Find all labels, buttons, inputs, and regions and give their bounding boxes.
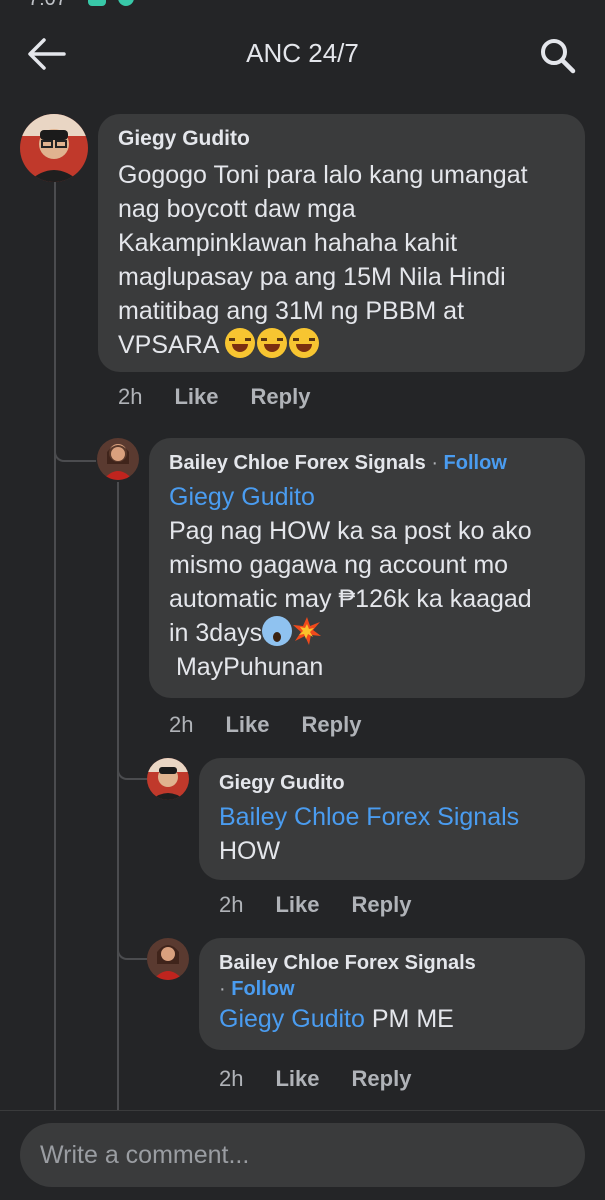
- follow-button[interactable]: Follow: [231, 978, 294, 1000]
- comment-actions-3: 2h Like Reply: [219, 892, 411, 918]
- comment-line: HOW: [219, 837, 281, 865]
- thread-line-main: [54, 182, 56, 1110]
- comment-line: automatic may ₱126k ka kaagad: [169, 585, 532, 613]
- thread-branch-1: [54, 420, 96, 462]
- comment-actions-4: 2h Like Reply: [219, 1066, 411, 1092]
- avatar-giegy[interactable]: [20, 114, 88, 182]
- separator-dot: ·: [219, 978, 226, 1000]
- comment-author-line: Bailey Chloe Forex Signals · Follow: [169, 450, 565, 476]
- thread-line-reply: [117, 482, 119, 1110]
- comment-bubble-1: Giegy Gudito Gogogo Toni para lalo kang …: [98, 114, 585, 372]
- mention-link[interactable]: Bailey Chloe Forex Signals: [219, 800, 565, 834]
- reply-button[interactable]: Reply: [302, 712, 362, 738]
- comment-line-last: VPSARA: [118, 328, 565, 362]
- like-button[interactable]: Like: [275, 1066, 319, 1092]
- status-time: 7:07: [28, 0, 67, 10]
- comment-composer: [0, 1110, 605, 1200]
- search-icon[interactable]: [538, 36, 578, 76]
- reply-button[interactable]: Reply: [352, 892, 412, 918]
- avatar-bailey[interactable]: [147, 938, 189, 980]
- comment-line: Pag nag HOW ka sa post ko ako: [169, 517, 532, 545]
- thread-branch-3: [117, 920, 147, 960]
- avatar-giegy[interactable]: [147, 758, 189, 800]
- comment-author[interactable]: Giegy Gudito: [219, 770, 565, 796]
- comment-line: Kakampinklawan hahaha kahit: [118, 229, 458, 257]
- notification-icon: [88, 0, 106, 6]
- reply-button[interactable]: Reply: [352, 1066, 412, 1092]
- comment-actions-2: 2h Like Reply: [169, 712, 361, 738]
- status-bar: 7:07: [0, 0, 605, 10]
- thread-branch-2: [117, 740, 147, 780]
- comment-line: VPSARA: [118, 331, 219, 359]
- comment-actions-1: 2h Like Reply: [118, 384, 310, 410]
- comment-line: Gogogo Toni para lalo kang umangat: [118, 161, 528, 189]
- follow-line: · Follow: [219, 976, 565, 1002]
- comment-line: mismo gagawa ng account mo: [169, 551, 509, 579]
- comment-text: Gogogo Toni para lalo kang umangat nag b…: [118, 158, 565, 362]
- header: ANC 24/7: [0, 14, 605, 94]
- follow-button[interactable]: Follow: [444, 452, 507, 474]
- laughing-tears-emoji-icon: [289, 328, 320, 358]
- reply-button[interactable]: Reply: [251, 384, 311, 410]
- laughing-tears-emoji-icon: [257, 328, 288, 358]
- like-button[interactable]: Like: [275, 892, 319, 918]
- comment-text: Bailey Chloe Forex Signals HOW: [219, 800, 565, 868]
- comment-time: 2h: [219, 892, 244, 917]
- comment-line: nag boycott daw mga: [118, 195, 356, 223]
- notification-icon-2: [118, 0, 134, 6]
- explosion-emoji-icon: [292, 616, 322, 646]
- comment-line: PM ME: [364, 1005, 454, 1033]
- comment-author[interactable]: Giegy Gudito: [118, 126, 565, 152]
- comment-time: 2h: [169, 712, 194, 737]
- like-button[interactable]: Like: [174, 384, 218, 410]
- comment-line: in 3days: [169, 619, 263, 647]
- comment-text: Giegy Gudito Pag nag HOW ka sa post ko a…: [169, 480, 565, 684]
- comment-bubble-4: Bailey Chloe Forex Signals · Follow Gieg…: [199, 938, 585, 1050]
- comment-line-emoji: in 3days: [169, 616, 565, 650]
- comment-author[interactable]: Bailey Chloe Forex Signals: [219, 950, 565, 976]
- screaming-emoji-icon: [262, 616, 293, 646]
- comment-line: maglupasay pa ang 15M Nila Hindi: [118, 263, 506, 291]
- avatar-bailey[interactable]: [97, 438, 139, 480]
- separator-dot: ·: [431, 452, 438, 474]
- signal-icon: [485, 0, 575, 4]
- comment-input[interactable]: [20, 1123, 585, 1187]
- comment-bubble-2: Bailey Chloe Forex Signals · Follow Gieg…: [149, 438, 585, 698]
- comment-author[interactable]: Bailey Chloe Forex Signals: [169, 452, 426, 474]
- comment-line: matitibag ang 31M ng PBBM at: [118, 297, 465, 325]
- mention-link[interactable]: Giegy Gudito: [169, 480, 565, 514]
- comment-time: 2h: [219, 1066, 244, 1091]
- comment-line: MayPuhunan: [169, 653, 324, 681]
- laughing-tears-emoji-icon: [225, 328, 256, 358]
- page-title: ANC 24/7: [246, 38, 359, 68]
- mention-link[interactable]: Giegy Gudito: [219, 1005, 365, 1033]
- like-button[interactable]: Like: [225, 712, 269, 738]
- comment-bubble-3: Giegy Gudito Bailey Chloe Forex Signals …: [199, 758, 585, 880]
- comment-text: Giegy Gudito PM ME: [219, 1002, 565, 1036]
- comment-time: 2h: [118, 384, 143, 409]
